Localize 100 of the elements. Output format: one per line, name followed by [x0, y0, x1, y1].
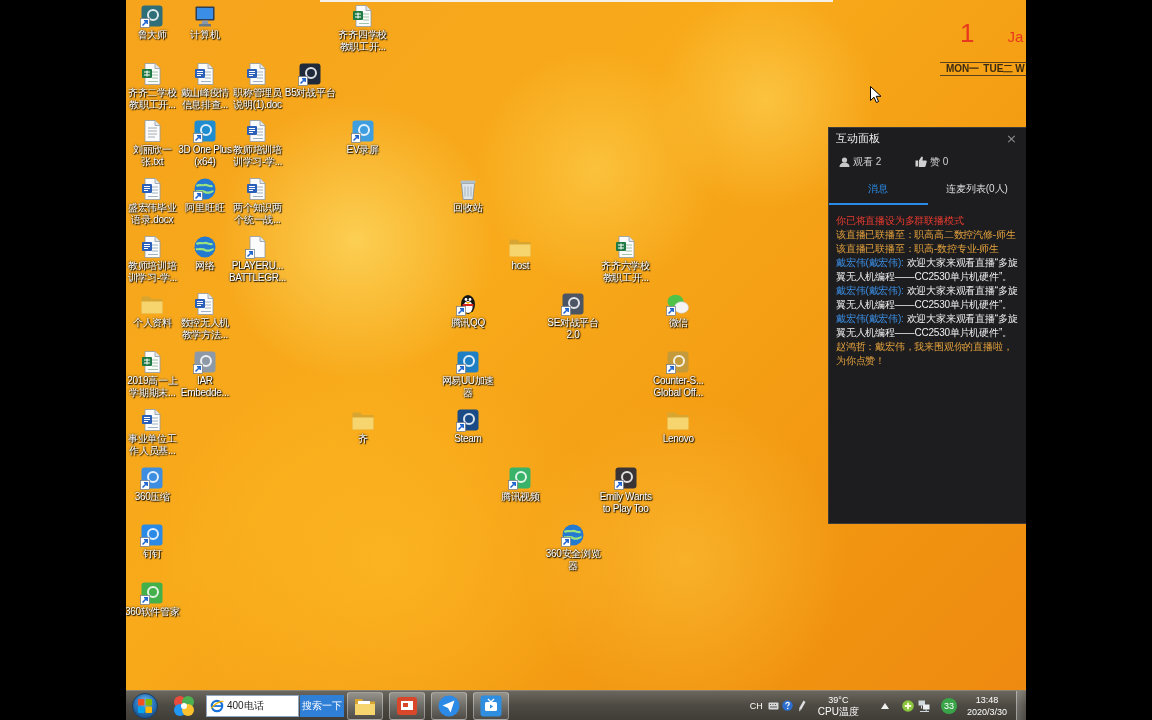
temperature-reading: 39°C: [828, 693, 849, 706]
desktop-icon-label[interactable]: 计算机: [189, 29, 221, 41]
thumbs-up-icon[interactable]: [915, 156, 927, 167]
desktop-icon-label[interactable]: 腾讯QQ: [449, 317, 486, 330]
desktop-icon-label[interactable]: 360安全浏览器: [545, 548, 601, 573]
app-tile-icon[interactable]: [350, 119, 375, 144]
four-squares-icon: [138, 698, 152, 713]
clock-time[interactable]: 13:48: [975, 693, 999, 706]
desktop-icon-label[interactable]: B5对战平台: [284, 86, 337, 99]
desktop-icon-label[interactable]: 微信: [667, 317, 689, 330]
globe-icon[interactable]: [561, 523, 586, 548]
desktop-icon-label[interactable]: 2019高一上学期期末...: [126, 375, 179, 400]
app-tile-icon[interactable]: [298, 61, 323, 86]
app-tile-icon[interactable]: [561, 292, 586, 317]
desktop-icon-label[interactable]: 阿里旺旺: [184, 202, 225, 215]
up-arrow-icon[interactable]: [880, 702, 889, 709]
app-tile-icon[interactable]: [666, 350, 691, 375]
language-indicator[interactable]: CH: [749, 700, 763, 711]
chat-bubbles-icon[interactable]: [666, 292, 691, 317]
desktop-icon-label[interactable]: PLAYERU... BATTLEGR...: [228, 259, 287, 284]
start-button[interactable]: [132, 692, 158, 719]
desktop-icon-label[interactable]: IAR Embedde...: [179, 375, 230, 400]
desktop-icon-label[interactable]: 戴山峰疫情信息排查...: [179, 86, 230, 111]
person-icon: [839, 156, 850, 167]
clock-date[interactable]: 2020/3/30: [966, 705, 1007, 718]
app-tile-icon[interactable]: [192, 350, 217, 375]
plus-circle-icon[interactable]: [901, 699, 914, 712]
close-button[interactable]: ×: [1006, 132, 1017, 145]
tv-icon: [480, 694, 502, 717]
slides-icon: [396, 695, 418, 716]
app-tile-icon[interactable]: [613, 465, 638, 490]
mouse-cursor-icon: [870, 86, 882, 103]
weekday-label: TUE二: [983, 63, 1014, 75]
weekday-label: W: [1015, 63, 1025, 75]
viewer-count: 观看 2: [853, 154, 882, 169]
chat-message: 戴宏伟(戴宏伟): 欢迎大家来观看直播“多旋翼无人机编程——CC2530单片机硬件”。: [836, 284, 1019, 312]
flower-icon[interactable]: [172, 693, 196, 718]
app-tile-icon[interactable]: [192, 119, 217, 144]
network-icon[interactable]: [917, 699, 930, 712]
desktop-icon-label[interactable]: 事业单位工作人员基...: [127, 432, 178, 457]
desktop-icon-label[interactable]: host: [510, 259, 530, 272]
desktop-icon-label[interactable]: 360软件管家: [126, 605, 180, 618]
app-tile-icon[interactable]: [140, 580, 165, 605]
desktop-icon-label[interactable]: 教师培训培训学习-学...: [232, 144, 283, 169]
chat-message: 戴宏伟(戴宏伟): 欢迎大家来观看直播“多旋翼无人机编程——CC2530单片机硬件”。: [836, 256, 1019, 284]
spreadsheet-icon[interactable]: [613, 234, 638, 259]
desktop-icon-label[interactable]: 网络: [194, 259, 216, 272]
pen-icon[interactable]: [797, 699, 806, 712]
desktop-icon-label[interactable]: 两个知识两个统一战...: [232, 202, 283, 227]
app-tile-icon[interactable]: [455, 407, 480, 432]
desktop-icon-label[interactable]: 360压缩: [133, 490, 171, 503]
app-tile-icon[interactable]: [455, 350, 480, 375]
keyboard-icon[interactable]: [767, 701, 779, 710]
e-logo-icon: [210, 698, 224, 713]
app-tile-icon[interactable]: [140, 523, 165, 548]
desktop-icon-label[interactable]: 教师培训培训学习-学...: [126, 259, 178, 284]
paper-plane-icon: [438, 694, 460, 717]
app-tile-icon[interactable]: [140, 465, 165, 490]
desktop-icon-label[interactable]: 职称管理员说明(1).doc: [232, 86, 283, 111]
desktop-icon-label[interactable]: 腾讯视频: [500, 490, 541, 503]
desktop-icon-label[interactable]: 钉钉: [141, 548, 163, 561]
desktop-icon-label[interactable]: 刘丽欣一张.txt: [132, 144, 173, 169]
search-field[interactable]: 400电话: [206, 694, 299, 717]
panel-tab[interactable]: 连麦列表(0人): [927, 174, 1026, 205]
desktop-icon-label[interactable]: 网易UU加速器: [440, 375, 495, 400]
notice-message: 该直播已联播至：职高高二数控汽修-师生: [836, 228, 1017, 242]
desktop-icon-label[interactable]: 3D One Plus (x64): [177, 144, 233, 169]
desktop-icon-label[interactable]: 个人资料: [132, 317, 173, 330]
globe-icon[interactable]: [192, 234, 217, 259]
taskbar-button[interactable]: [431, 691, 467, 720]
desktop-icon-label[interactable]: Steam: [453, 432, 483, 445]
desktop-icon-label[interactable]: Emily Wants to Play Too: [599, 490, 653, 515]
panel-tab[interactable]: 消息: [829, 174, 928, 205]
globe-icon[interactable]: [192, 177, 217, 202]
desktop-icon-label[interactable]: 齐齐六学校教职工开...: [600, 259, 651, 284]
search-button[interactable]: 搜索一下: [300, 694, 344, 717]
desktop-icon-label[interactable]: 齐: [357, 432, 369, 445]
spreadsheet-icon[interactable]: [350, 4, 375, 28]
desktop-icon-label[interactable]: 鲁大师: [136, 29, 168, 41]
desktop-icon-label[interactable]: 齐齐二学校教职工开...: [127, 86, 178, 111]
desktop-icon-label[interactable]: EV录屏: [345, 144, 380, 157]
app-tile-icon[interactable]: [508, 465, 533, 490]
word-document-icon[interactable]: [192, 61, 217, 86]
word-document-icon[interactable]: [192, 292, 217, 317]
desktop-icon-label[interactable]: 盛宏伟毕业语录.docx: [127, 202, 178, 227]
desktop-icon-label[interactable]: 齐齐四学校教职工开...: [337, 29, 388, 53]
calendar-month: Ja: [1007, 28, 1024, 45]
app-tile-icon[interactable]: [140, 4, 165, 28]
desktop-icon-label[interactable]: Lenovo: [661, 432, 695, 445]
count-badge[interactable]: 33: [940, 697, 957, 714]
taskbar-button[interactable]: [473, 691, 509, 720]
desktop-icon-label[interactable]: Counter-S... Global Off...: [652, 375, 705, 400]
desktop-icon-label[interactable]: 数控无人机教学方法...: [179, 317, 230, 342]
weekday-label: MON一: [946, 63, 980, 75]
show-desktop-button[interactable]: [1016, 691, 1026, 720]
help-icon[interactable]: [781, 700, 793, 711]
desktop-icon-label[interactable]: 回收站: [452, 202, 484, 215]
taskbar-button[interactable]: [389, 691, 425, 720]
taskbar-button[interactable]: [347, 691, 383, 720]
desktop-icon-label[interactable]: SE对战平台 2.0: [546, 317, 600, 342]
